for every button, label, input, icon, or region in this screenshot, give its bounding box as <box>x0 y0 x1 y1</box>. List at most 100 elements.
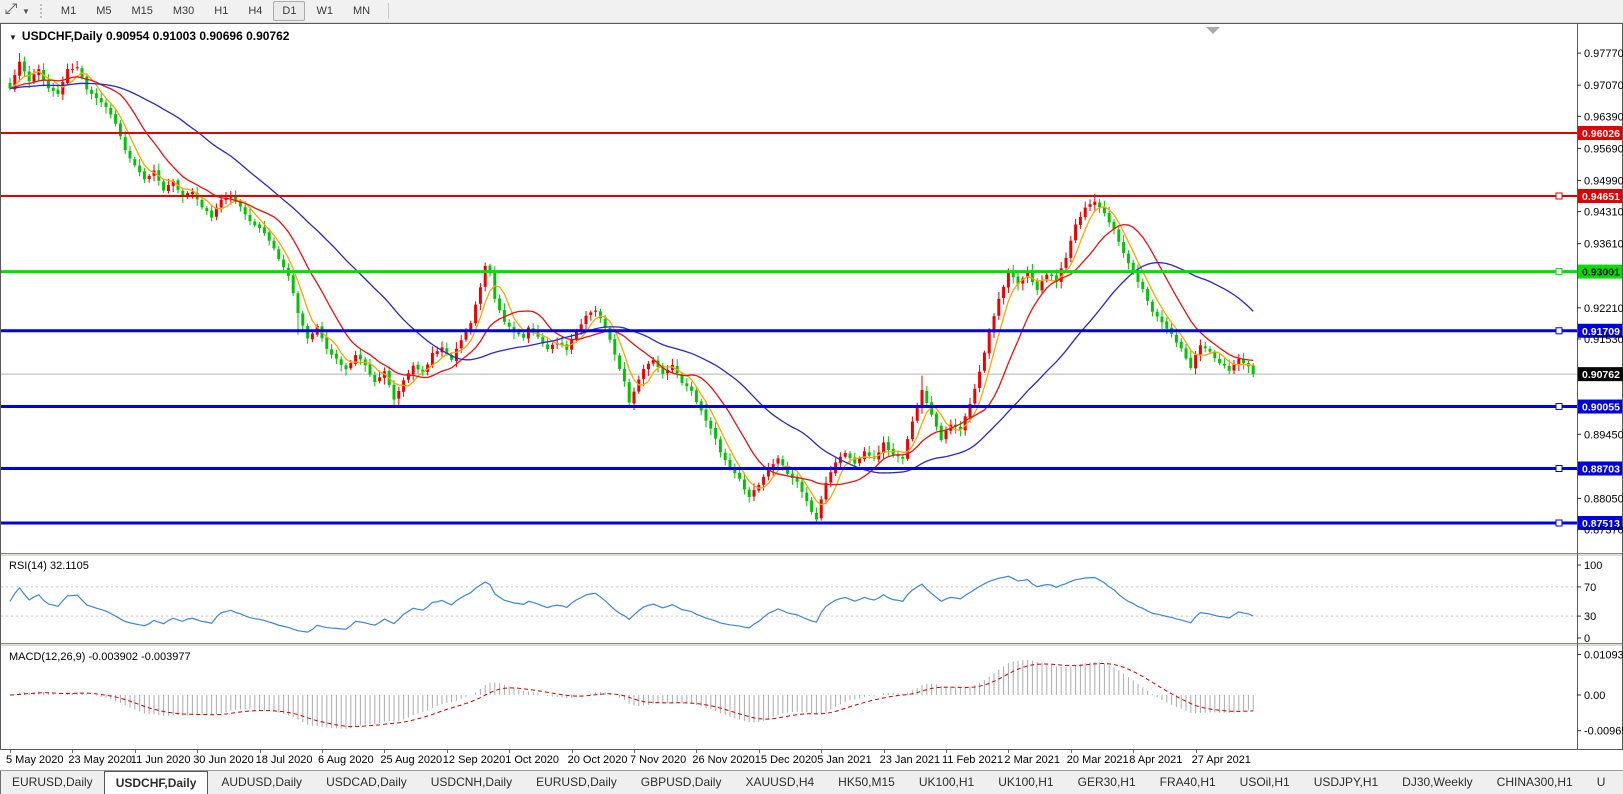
toolbar-grip[interactable] <box>39 4 42 18</box>
tab-FRA40-H1[interactable]: FRA40,H1 <box>1149 771 1227 794</box>
tab-CHINA300-H1[interactable]: CHINA300,H1 <box>1486 771 1584 794</box>
price-axis-label: 0.92210 <box>1584 303 1623 315</box>
candle-body <box>1002 286 1006 298</box>
timeframe-button-W1[interactable]: W1 <box>307 1 342 21</box>
price-axis-label: 0.95690 <box>1584 143 1623 155</box>
candle-body <box>368 364 372 375</box>
candle-body <box>464 331 468 340</box>
candle-body <box>1222 363 1226 366</box>
price-axis-label: 0.97070 <box>1584 80 1623 92</box>
candle-body <box>118 123 122 137</box>
candle-body <box>1083 207 1087 218</box>
tab-U[interactable]: U <box>1586 771 1617 794</box>
level-handle[interactable] <box>1555 192 1563 200</box>
candle-body <box>867 452 871 456</box>
price-axis-label: 0.89450 <box>1584 429 1623 441</box>
candle-body <box>704 409 708 421</box>
tab-EURUSD-Daily[interactable]: EURUSD,Daily <box>1 771 104 794</box>
tab-XAUUSD-H4[interactable]: XAUUSD,H4 <box>734 771 825 794</box>
tab-AUDUSD-Daily[interactable]: AUDUSD,Daily <box>210 771 313 794</box>
candle-body <box>594 310 598 312</box>
tab-USDCAD-Daily[interactable]: USDCAD,Daily <box>315 771 418 794</box>
chart-canvas[interactable]: 0.960260.946510.930010.917090.900550.887… <box>0 23 1623 750</box>
candle-body <box>810 500 814 512</box>
level-handle[interactable] <box>1555 403 1563 411</box>
level-handle[interactable] <box>1555 268 1563 276</box>
macd-indicator-label: MACD(12,26,9) -0.003902 -0.003977 <box>9 651 191 663</box>
candle-body <box>104 102 108 108</box>
rsi-axis-label: 70 <box>1584 582 1596 594</box>
date-tick <box>946 750 947 753</box>
candle-body <box>1141 282 1145 290</box>
candle-body <box>1184 348 1188 359</box>
candle-body <box>747 489 751 498</box>
candle-body <box>738 472 742 479</box>
candle-body <box>22 61 26 72</box>
candle-body <box>642 368 646 380</box>
candle-body <box>752 490 756 497</box>
candle-body <box>32 74 36 82</box>
tab-USDCHF-Daily[interactable]: USDCHF,Daily <box>103 771 209 794</box>
date-axis[interactable]: 5 May 2020 23 May 2020 11 Jun 2020 30 Jun 2… <box>0 750 1623 770</box>
candle-body <box>90 89 94 94</box>
tab-DJ30-Weekly[interactable]: DJ30,Weekly <box>1391 771 1483 794</box>
candle-body <box>507 322 511 327</box>
timeframe-button-D1[interactable]: D1 <box>273 1 306 21</box>
timeframe-button-H4[interactable]: H4 <box>239 1 271 21</box>
timeframe-button-M5[interactable]: M5 <box>87 1 120 21</box>
level-handle[interactable] <box>1555 519 1563 527</box>
tab-EURUSD-Daily[interactable]: EURUSD,Daily <box>525 771 628 794</box>
chart-plot-area[interactable]: 0.96026 0.94651 0.93001 0.91709 0.90055 0.887… <box>0 23 1623 750</box>
chart-tab-bar: EURUSD,Daily USDCHF,Daily AUDUSD,Daily USDC… <box>0 770 1623 794</box>
date-tick <box>384 750 386 753</box>
timeframe-button-M30[interactable]: M30 <box>164 1 203 21</box>
candle-body <box>685 383 689 387</box>
timeframe-button-MN[interactable]: MN <box>344 1 379 21</box>
candle-body <box>906 439 910 459</box>
candle-body <box>262 227 266 234</box>
tab-HK50-M15[interactable]: HK50,M15 <box>827 771 906 794</box>
candle-body <box>546 344 550 350</box>
candle-body <box>1035 281 1039 290</box>
date-tick <box>1070 750 1072 753</box>
tab-USDCNH-Daily[interactable]: USDCNH,Daily <box>420 771 523 794</box>
toolbar-dropdown-caret-icon[interactable]: ▼ <box>22 7 30 16</box>
date-tick <box>259 750 261 753</box>
candle-body <box>459 340 463 349</box>
timeframe-button-M15[interactable]: M15 <box>122 1 161 21</box>
level-handle[interactable] <box>1555 464 1563 472</box>
tab-UK100-H1[interactable]: UK100,H1 <box>908 771 985 794</box>
tab-USOil-H1[interactable]: USOil,H1 <box>1229 771 1301 794</box>
tab-GER30-H1[interactable]: GER30,H1 <box>1067 771 1147 794</box>
date-label: 7 Nov 2020 <box>630 754 687 766</box>
candle-body <box>1160 316 1164 323</box>
candle-body <box>411 365 415 375</box>
chart-menu-caret-icon[interactable]: ▼ <box>9 33 17 42</box>
tab-USDJPY-H1[interactable]: USDJPY,H1 <box>1303 771 1389 794</box>
candle-body <box>603 319 607 328</box>
timeframe-button-H1[interactable]: H1 <box>205 1 237 21</box>
tab-UK100-H1[interactable]: UK100,H1 <box>987 771 1064 794</box>
candle-body <box>939 425 943 440</box>
candle-body <box>973 388 977 404</box>
toolbar-handle-icon[interactable] <box>4 2 19 21</box>
candle-body <box>805 492 809 502</box>
current-price-tag-label: 0.90762 <box>1582 369 1620 381</box>
tab-GBPUSD-Daily[interactable]: GBPUSD,Daily <box>630 771 733 794</box>
candle-body <box>99 98 103 103</box>
candle-body <box>1179 341 1183 349</box>
candle-body <box>987 331 991 354</box>
level-handle[interactable] <box>1555 327 1563 335</box>
candle-body <box>728 459 732 468</box>
candle-body <box>1213 352 1217 359</box>
candle-body <box>51 87 55 91</box>
candle-body <box>1155 311 1159 317</box>
rsi-axis-label: 0 <box>1584 633 1590 645</box>
candle-body <box>829 472 833 483</box>
date-label: 12 Sep 2020 <box>442 754 506 766</box>
macd-axis-label: 0.010933 <box>1584 650 1623 662</box>
date-tick <box>758 750 760 753</box>
candle-body <box>762 476 766 485</box>
candle-body <box>334 353 338 359</box>
timeframe-button-M1[interactable]: M1 <box>52 1 85 21</box>
